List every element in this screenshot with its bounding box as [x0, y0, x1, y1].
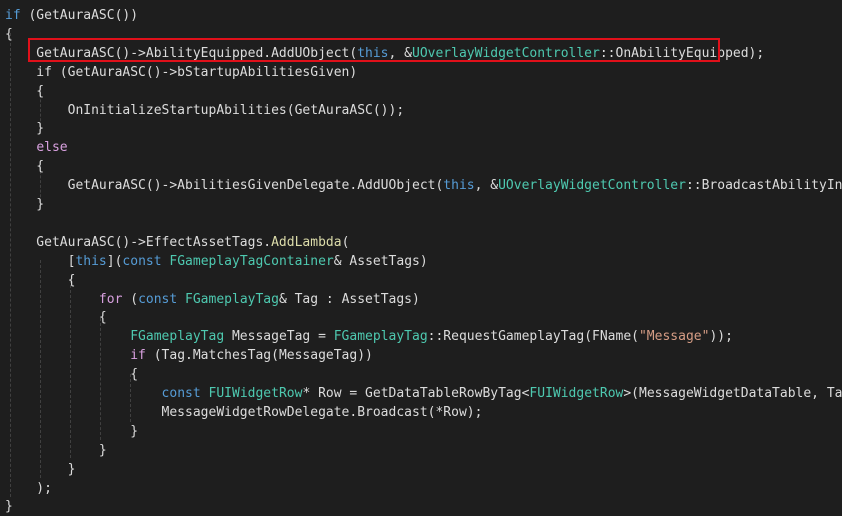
code-token: )); — [709, 329, 733, 345]
code-token: this — [75, 253, 107, 269]
code-line[interactable]: { — [5, 82, 44, 101]
code-line[interactable]: OnInitializeStartupAbilities(GetAuraASC(… — [5, 101, 405, 120]
code-token: } — [5, 423, 139, 439]
code-token: >(MessageWidgetDataTable, Tag); — [623, 386, 842, 401]
code-token: if — [5, 8, 21, 23]
highlight-box — [28, 38, 720, 62]
code-token: if — [130, 348, 146, 364]
code-token: (Tag.MatchesTag(MessageTag)) — [145, 348, 373, 364]
code-token: } — [5, 499, 13, 515]
code-token: "Message" — [638, 329, 710, 345]
code-token: MessageTag = — [224, 329, 334, 345]
code-token: , & — [474, 178, 499, 194]
code-line[interactable]: MessageWidgetRowDelegate.Broadcast(*Row)… — [5, 403, 483, 422]
code-line[interactable]: ); — [5, 479, 52, 498]
code-token: } — [5, 197, 45, 212]
code-token: ( — [122, 291, 139, 307]
code-token: ::RequestGameplayTag(FName( — [427, 329, 639, 345]
code-token: * Row = GetDataTableRowByTag< — [302, 386, 530, 401]
code-token: else — [36, 140, 68, 156]
code-token: GetAuraASC()->EffectAssetTags. — [5, 234, 272, 250]
code-line[interactable]: { — [5, 25, 13, 44]
code-token: { — [5, 159, 45, 175]
code-token: } — [5, 442, 107, 458]
code-line[interactable]: } — [5, 497, 13, 516]
code-token: ); — [5, 480, 52, 496]
code-line[interactable]: { — [5, 308, 107, 327]
code-token: FGameplayTag — [130, 329, 225, 345]
code-line[interactable]: { — [5, 271, 76, 290]
code-line[interactable]: { — [5, 365, 138, 384]
code-token: const — [161, 386, 201, 401]
code-token: ::BroadcastAbilityInfo); — [685, 178, 842, 194]
code-token: AddLambda — [271, 234, 342, 250]
code-token: MessageWidgetRowDelegate.Broadcast(*Row)… — [5, 404, 483, 420]
code-token: FGameplayTag — [333, 329, 428, 345]
code-line[interactable]: GetAuraASC()->AbilitiesGivenDelegate.Add… — [5, 176, 842, 195]
code-token: ]( — [106, 253, 123, 269]
code-token: this — [443, 178, 475, 194]
code-line[interactable]: GetAuraASC()->EffectAssetTags.AddLambda( — [5, 233, 349, 252]
code-token: GetAuraASC()->AbilitiesGivenDelegate.Add… — [5, 178, 444, 194]
code-line[interactable]: } — [5, 195, 44, 214]
code-line[interactable]: [this](const FGameplayTagContainer& Asse… — [5, 252, 428, 271]
code-line[interactable]: if (GetAuraASC()) — [5, 6, 138, 25]
code-token: { — [5, 367, 139, 383]
code-line[interactable]: if (GetAuraASC()->bStartupAbilitiesGiven… — [5, 63, 357, 82]
code-token: FGameplayTagContainer — [169, 253, 334, 269]
code-token: { — [5, 310, 107, 326]
code-token: FUIWidgetRow — [208, 386, 303, 401]
code-token: } — [5, 121, 45, 137]
code-token: { — [5, 83, 45, 99]
code-token: if (GetAuraASC()->bStartupAbilitiesGiven… — [5, 64, 358, 80]
code-line[interactable]: } — [5, 441, 107, 460]
code-line[interactable]: const FUIWidgetRow* Row = GetDataTableRo… — [5, 384, 842, 403]
code-line[interactable]: } — [5, 422, 138, 441]
code-line[interactable]: } — [5, 119, 44, 138]
code-line[interactable]: for (const FGameplayTag& Tag : AssetTags… — [5, 290, 420, 309]
code-token: { — [5, 26, 13, 42]
code-editor[interactable]: if (GetAuraASC()){ GetAuraASC()->Ability… — [0, 0, 842, 515]
code-token: & Tag : AssetTags) — [278, 291, 420, 307]
code-token: FUIWidgetRow — [529, 386, 624, 401]
code-token: UOverlayWidgetController — [498, 178, 686, 194]
code-token: [ — [5, 253, 76, 269]
code-token: FGameplayTag — [185, 291, 279, 307]
code-token: (GetAuraASC()) — [20, 8, 139, 23]
code-line[interactable]: else — [5, 138, 68, 157]
code-line[interactable]: { — [5, 157, 44, 176]
code-token: & AssetTags) — [333, 253, 428, 269]
code-token: } — [5, 461, 76, 477]
code-line[interactable]: } — [5, 460, 76, 479]
code-token: const — [138, 291, 178, 307]
code-token: OnInitializeStartupAbilities(GetAuraASC(… — [5, 102, 405, 118]
code-token: { — [5, 272, 76, 288]
code-line[interactable]: if (Tag.MatchesTag(MessageTag)) — [5, 346, 373, 365]
code-line[interactable]: FGameplayTag MessageTag = FGameplayTag::… — [5, 327, 733, 346]
code-token: for — [98, 291, 123, 307]
code-token: ( — [341, 234, 350, 250]
code-token: const — [122, 253, 162, 269]
